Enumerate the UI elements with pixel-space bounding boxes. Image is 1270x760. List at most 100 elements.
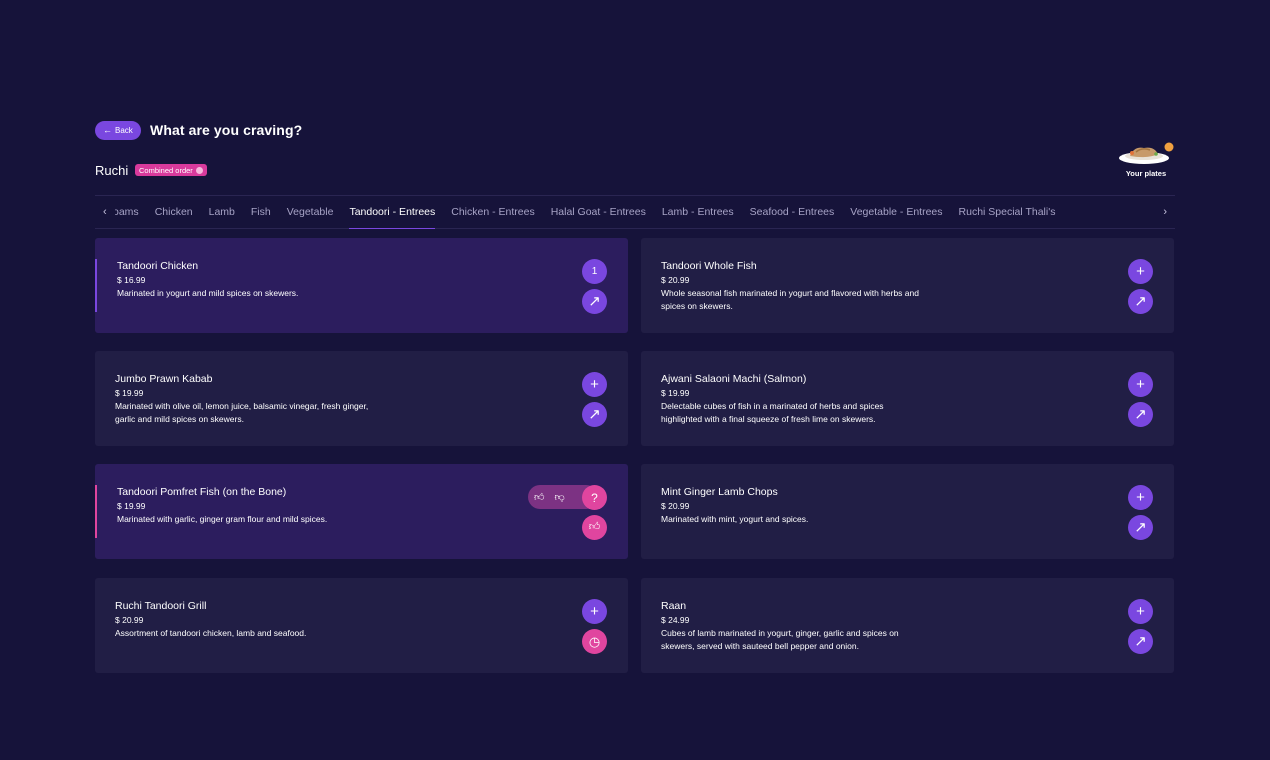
tab-halal-goat-entrees[interactable]: Halal Goat - Entrees — [543, 196, 654, 229]
plus-icon: + — [1136, 263, 1145, 280]
menu-item-card[interactable]: Tandoori Whole Fish $ 20.99 Whole season… — [641, 238, 1174, 333]
back-label: Back — [115, 126, 133, 135]
item-price: $ 20.99 — [661, 275, 690, 285]
share-button[interactable]: ↗ — [1128, 289, 1153, 314]
selected-indicator — [95, 259, 97, 312]
share-button[interactable]: ↗ — [582, 289, 607, 314]
thumbs-down-icon[interactable]: 👎︎ — [554, 491, 564, 503]
chevron-right-icon[interactable]: › — [1163, 206, 1167, 218]
page-title: What are you craving? — [150, 122, 303, 138]
back-button[interactable]: ← Back — [95, 121, 141, 140]
add-button[interactable]: + — [1128, 372, 1153, 397]
pending-button[interactable]: ◷ — [582, 629, 607, 654]
item-price: $ 24.99 — [661, 615, 690, 625]
item-name: Tandoori Whole Fish — [661, 260, 757, 272]
clock-icon: ◷ — [588, 634, 601, 649]
item-description: Marinated with olive oil, lemon juice, b… — [115, 400, 435, 425]
restaurant-name: Ruchi — [95, 163, 129, 178]
menu-item-card[interactable]: Tandoori Pomfret Fish (on the Bone) $ 19… — [95, 464, 628, 559]
menu-item-card[interactable]: Raan $ 24.99 Cubes of lamb marinated in … — [641, 578, 1174, 673]
tab-vegetable[interactable]: Vegetable — [279, 196, 342, 229]
item-description-line: garlic and mild spices on skewers. — [115, 413, 244, 424]
tab-seafood-entrees[interactable]: Seafood - Entrees — [742, 196, 843, 229]
item-description: Whole seasonal fish marinated in yogurt … — [661, 287, 981, 312]
item-price: $ 20.99 — [661, 501, 690, 511]
add-button[interactable]: + — [582, 372, 607, 397]
item-name: Jumbo Prawn Kabab — [115, 373, 213, 385]
item-name: Ruchi Tandoori Grill — [115, 600, 207, 612]
your-plates-label: Your plates — [1125, 169, 1167, 178]
add-button[interactable]: + — [1128, 259, 1153, 284]
item-name: Ajwani Salaoni Machi (Salmon) — [661, 373, 807, 385]
tab-fish[interactable]: Fish — [243, 196, 279, 229]
plus-icon: + — [1136, 489, 1145, 506]
share-button[interactable]: ↗ — [582, 402, 607, 427]
quantity-count: 1 — [591, 265, 598, 277]
tab-chicken[interactable]: Chicken — [147, 196, 201, 229]
plus-icon: + — [590, 376, 599, 393]
share-arrow-icon: ↗ — [588, 293, 601, 310]
add-button[interactable]: + — [582, 599, 607, 624]
tab-track: oams Chicken Lamb Fish Vegetable Tandoor… — [115, 196, 1063, 229]
add-button[interactable]: + — [1128, 485, 1153, 510]
item-description-line: Marinated with olive oil, lemon juice, b… — [115, 401, 369, 411]
item-price: $ 19.99 — [661, 388, 690, 398]
tab-chicken-entrees[interactable]: Chicken - Entrees — [443, 196, 542, 229]
menu-item-card[interactable]: Tandoori Chicken $ 16.99 Marinated in yo… — [95, 238, 628, 333]
combined-order-badge[interactable]: Combined order — [135, 164, 207, 176]
info-dot-icon — [195, 166, 203, 174]
item-name: Mint Ginger Lamb Chops — [661, 486, 778, 498]
tab-lamb-entrees[interactable]: Lamb - Entrees — [654, 196, 742, 229]
tab-vegetable-entrees[interactable]: Vegetable - Entrees — [842, 196, 950, 229]
item-description: Marinated with garlic, ginger gram flour… — [117, 514, 328, 524]
menu-item-card[interactable]: Jumbo Prawn Kabab $ 19.99 Marinated with… — [95, 351, 628, 446]
your-plates-button[interactable]: Your plates — [1118, 140, 1174, 180]
page-header: ← Back What are you craving? Ruchi Combi… — [95, 121, 1175, 181]
category-tabs: ‹ oams Chicken Lamb Fish Vegetable Tando… — [95, 195, 1175, 229]
item-description-line: highlighted with a final squeeze of fres… — [661, 413, 876, 424]
menu-item-card[interactable]: Ruchi Tandoori Grill $ 20.99 Assortment … — [95, 578, 628, 673]
tab-lamb[interactable]: Lamb — [201, 196, 243, 229]
menu-item-card[interactable]: Mint Ginger Lamb Chops $ 20.99 Marinated… — [641, 464, 1174, 559]
item-description: Marinated in yogurt and mild spices on s… — [117, 288, 299, 298]
share-button[interactable]: ↗ — [1128, 515, 1153, 540]
item-description-line: spices on skewers. — [661, 300, 733, 311]
item-price: $ 19.99 — [117, 501, 146, 511]
question-icon: ? — [591, 490, 598, 505]
question-button[interactable]: ? — [582, 485, 607, 510]
item-price: $ 20.99 — [115, 615, 144, 625]
plus-icon: + — [1136, 376, 1145, 393]
chevron-left-icon[interactable]: ‹ — [103, 206, 107, 218]
share-arrow-icon: ↗ — [1134, 519, 1147, 536]
item-description-line: Whole seasonal fish marinated in yogurt … — [661, 288, 919, 298]
tab-ruchi-special-thalis[interactable]: Ruchi Special Thali's — [951, 196, 1064, 229]
quantity-button[interactable]: 1 — [582, 259, 607, 284]
add-button[interactable]: + — [1128, 599, 1153, 624]
item-name: Raan — [661, 600, 687, 612]
menu-item-card[interactable]: Ajwani Salaoni Machi (Salmon) $ 19.99 De… — [641, 351, 1174, 446]
vote-button[interactable]: 👍︎ — [582, 515, 607, 540]
share-button[interactable]: ↗ — [1128, 402, 1153, 427]
share-arrow-icon: ↗ — [1134, 633, 1147, 650]
share-arrow-icon: ↗ — [1134, 406, 1147, 423]
combined-order-label: Combined order — [139, 165, 193, 175]
item-description: Marinated with mint, yogurt and spices. — [661, 514, 809, 524]
item-description: Delectable cubes of fish in a marinated … — [661, 400, 981, 425]
share-arrow-icon: ↗ — [588, 406, 601, 423]
tab-oams[interactable]: oams — [115, 196, 147, 229]
arrow-left-icon: ← — [103, 125, 112, 135]
item-price: $ 19.99 — [115, 388, 144, 398]
tab-tandoori-entrees[interactable]: Tandoori - Entrees — [341, 196, 443, 229]
item-description-line: Delectable cubes of fish in a marinated … — [661, 401, 884, 411]
plate-icon — [1119, 142, 1174, 164]
selected-indicator — [95, 485, 97, 538]
thumbs-up-icon[interactable]: 👍︎ — [534, 491, 544, 503]
share-button[interactable]: ↗ — [1128, 629, 1153, 654]
item-description-line: skewers, served with sauteed bell pepper… — [661, 640, 859, 651]
item-description: Cubes of lamb marinated in yogurt, ginge… — [661, 627, 981, 652]
item-name: Tandoori Pomfret Fish (on the Bone) — [117, 486, 287, 498]
plus-icon: + — [1136, 603, 1145, 620]
tab-list: oams Chicken Lamb Fish Vegetable Tandoor… — [115, 196, 1155, 229]
item-description-line: Cubes of lamb marinated in yogurt, ginge… — [661, 628, 899, 638]
thumbs-up-icon: 👍︎ — [588, 521, 601, 533]
